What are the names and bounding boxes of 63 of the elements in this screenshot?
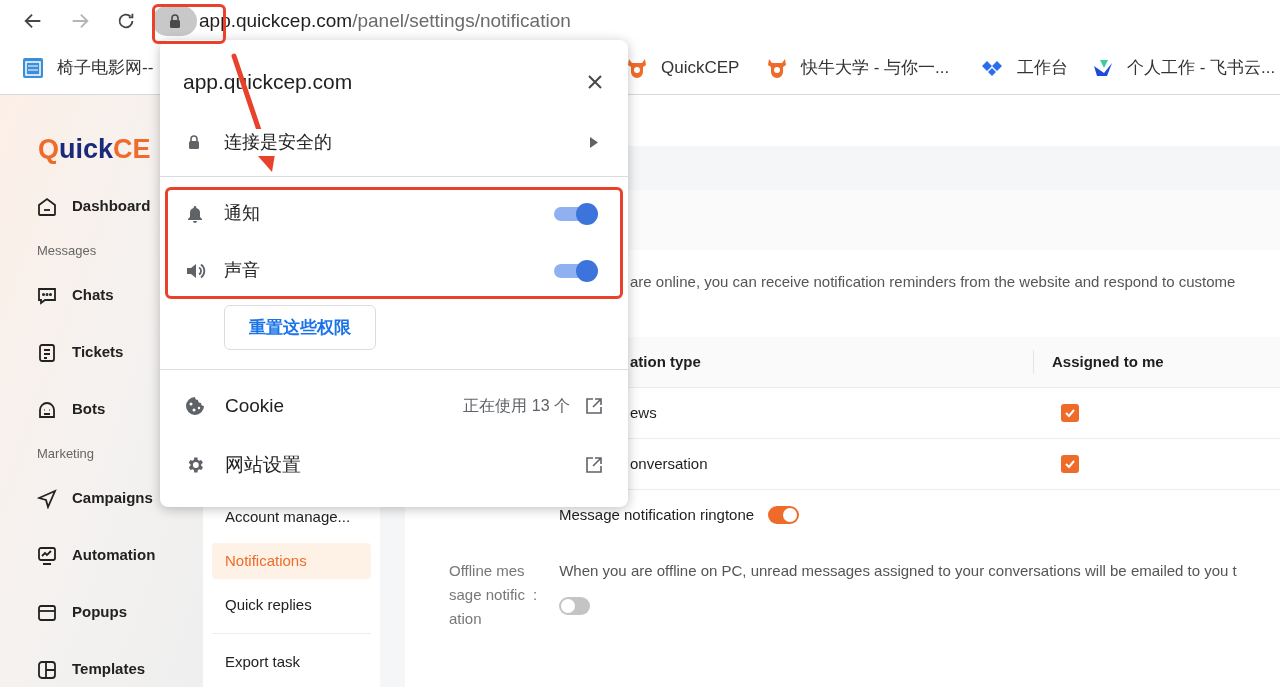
connection-row[interactable]: 连接是安全的 — [160, 124, 628, 160]
bookmark[interactable]: 椅子电影网-- — [22, 56, 154, 80]
permission-toggle[interactable] — [554, 201, 598, 226]
cow-head-icon — [766, 57, 788, 79]
triangle-right-icon — [590, 136, 598, 148]
cookie-icon — [185, 396, 205, 416]
checkmark-icon — [1064, 407, 1076, 419]
table-cell-text: onversation — [630, 453, 709, 474]
nav-item[interactable]: Automation — [72, 544, 156, 567]
nav-item[interactable]: Dashboard — [72, 195, 151, 218]
bookmark[interactable]: 工作台 — [980, 56, 1068, 80]
nav-item[interactable]: Campaigns — [72, 487, 153, 510]
ringtone-label: Message notification ringtone — [559, 504, 755, 525]
external-link-icon — [586, 457, 602, 473]
diamond-icon — [980, 58, 1004, 78]
wing-icon — [1092, 58, 1114, 78]
bookmark[interactable]: 个人工作 - 飞书云... — [1092, 56, 1276, 80]
column-header: Assigned to me — [1052, 351, 1164, 372]
description-text: When you are offline on PC, unread messages assigned to your conversations will be emailed to you t — [559, 561, 1237, 581]
checkbox[interactable] — [1061, 404, 1079, 422]
bookmark[interactable]: QuickCEP — [626, 56, 740, 80]
home-icon — [37, 196, 57, 217]
bookmark[interactable]: 快牛大学 - 与你一... — [766, 56, 950, 80]
label-separator: : — [533, 585, 538, 605]
nav-item[interactable]: Popups — [72, 601, 127, 624]
bell-icon — [186, 204, 204, 223]
permission-toggle[interactable] — [554, 258, 598, 283]
robot-face-icon — [37, 399, 57, 420]
window-icon — [37, 602, 57, 623]
document-icon — [37, 342, 57, 363]
nav-section-heading: Messages — [37, 242, 97, 261]
cookie-status: 正在使用 13 个 — [463, 396, 570, 416]
speaker-icon — [186, 261, 206, 280]
cookie-row[interactable]: Cookie 正在使用 13 个 — [160, 384, 628, 428]
permission-label: 通知 — [224, 202, 261, 225]
checkbox[interactable] — [1061, 455, 1079, 473]
external-link-icon — [586, 398, 602, 414]
paper-plane-icon — [37, 488, 57, 509]
nav-item[interactable]: Templates — [72, 658, 146, 681]
window-icon — [22, 57, 44, 79]
table-cell-text: ews — [630, 402, 658, 423]
checkmark-icon — [1064, 458, 1076, 470]
layout-icon — [37, 659, 57, 680]
logo: QuickCE — [38, 133, 151, 163]
ringtone-toggle[interactable] — [768, 506, 800, 524]
offline-toggle[interactable] — [559, 597, 591, 615]
settings-menu-item[interactable]: Export task — [212, 644, 371, 680]
monitor-chart-icon — [37, 545, 57, 566]
chat-icon — [37, 285, 57, 306]
site-settings-row[interactable]: 网站设置 — [160, 443, 628, 487]
lock-icon — [168, 14, 181, 28]
settings-menu-item[interactable]: Quick replies — [212, 587, 371, 623]
reset-permissions-button[interactable]: 重置这些权限 — [224, 305, 376, 350]
close-icon[interactable] — [588, 75, 602, 89]
column-header: ation type — [630, 351, 702, 372]
nav-section-heading: Marketing — [37, 445, 95, 464]
permission-label: 声音 — [224, 259, 261, 282]
lock-icon — [188, 135, 200, 149]
description-text: are online, you can receive notification reminders from the website and respond to custome — [630, 271, 1236, 292]
offline-label: Offline message notification — [449, 561, 525, 629]
nav-item[interactable]: Tickets — [72, 341, 124, 364]
nav-item[interactable]: Bots — [72, 398, 106, 421]
nav-item[interactable]: Chats — [72, 284, 114, 307]
